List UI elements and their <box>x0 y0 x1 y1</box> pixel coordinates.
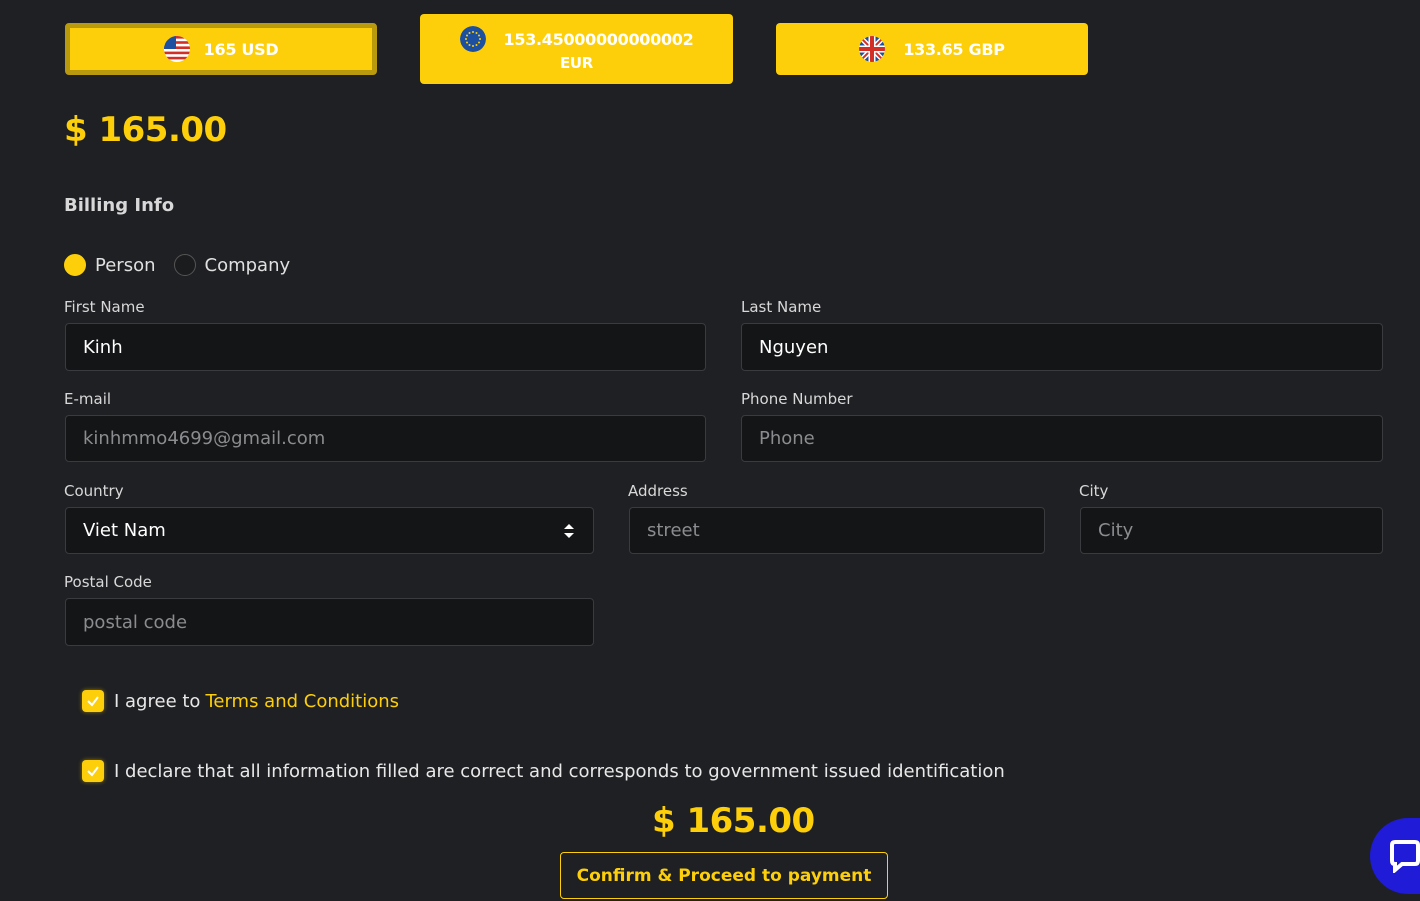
postal-code-label: Postal Code <box>64 573 152 591</box>
confirm-proceed-button[interactable]: Confirm & Proceed to payment <box>560 852 888 899</box>
currency-usd-label: 165 USD <box>203 39 279 59</box>
currency-eur-label: 153.45000000000002 <box>503 29 694 49</box>
radio-person-label[interactable]: Person <box>95 255 156 276</box>
country-select[interactable]: Viet Nam <box>65 507 594 554</box>
uk-flag-icon <box>859 36 886 62</box>
total-amount-bottom: $ 165.00 <box>652 801 815 841</box>
chat-widget-button[interactable] <box>1370 818 1420 894</box>
declare-row: I declare that all information filled ar… <box>82 760 1005 782</box>
currency-eur-code: EUR <box>559 54 594 72</box>
last-name-label: Last Name <box>741 298 822 316</box>
terms-prefix: I agree to <box>114 690 201 712</box>
currency-gbp-label: 133.65 GBP <box>903 39 1005 59</box>
last-name-input[interactable]: Nguyen <box>741 323 1383 371</box>
radio-company[interactable] <box>173 254 196 276</box>
phone-input[interactable]: Phone <box>741 415 1383 462</box>
checkout-page: 165 USD 153.45000000000002 EUR 133.65 GB… <box>0 0 1420 901</box>
address-label: Address <box>628 482 688 500</box>
currency-usd-button[interactable]: 165 USD <box>65 23 377 75</box>
billing-info-title: Billing Info <box>64 195 175 216</box>
terms-row: I agree to Terms and Conditions <box>82 690 399 712</box>
chat-icon <box>1390 840 1420 873</box>
eu-flag-icon <box>459 26 486 52</box>
total-amount-top: $ 165.00 <box>64 110 227 150</box>
declare-text: I declare that all information filled ar… <box>114 760 1005 782</box>
us-flag-icon <box>163 36 190 62</box>
radio-company-label[interactable]: Company <box>205 255 291 276</box>
currency-eur-button[interactable]: 153.45000000000002 EUR <box>420 14 733 84</box>
country-select-value: Viet Nam <box>83 520 166 541</box>
currency-gbp-button[interactable]: 133.65 GBP <box>776 23 1088 75</box>
email-input[interactable]: kinhmmo4699@gmail.com <box>65 415 706 462</box>
city-label: City <box>1079 482 1109 500</box>
email-label: E-mail <box>64 390 112 408</box>
postal-code-input[interactable]: postal code <box>65 598 594 646</box>
billing-type-radio-group: Person Company <box>64 254 308 276</box>
phone-label: Phone Number <box>741 390 853 408</box>
check-icon <box>87 696 99 707</box>
declare-checkbox[interactable] <box>82 760 104 782</box>
terms-checkbox[interactable] <box>82 690 104 712</box>
city-input[interactable]: City <box>1080 507 1383 554</box>
select-arrows-icon <box>564 524 574 538</box>
terms-link[interactable]: Terms and Conditions <box>205 691 399 712</box>
country-label: Country <box>64 482 124 500</box>
address-input[interactable]: street <box>629 507 1045 554</box>
first-name-label: First Name <box>64 298 145 316</box>
radio-person[interactable] <box>64 254 86 276</box>
check-icon <box>87 766 99 777</box>
first-name-input[interactable]: Kinh <box>65 323 706 371</box>
